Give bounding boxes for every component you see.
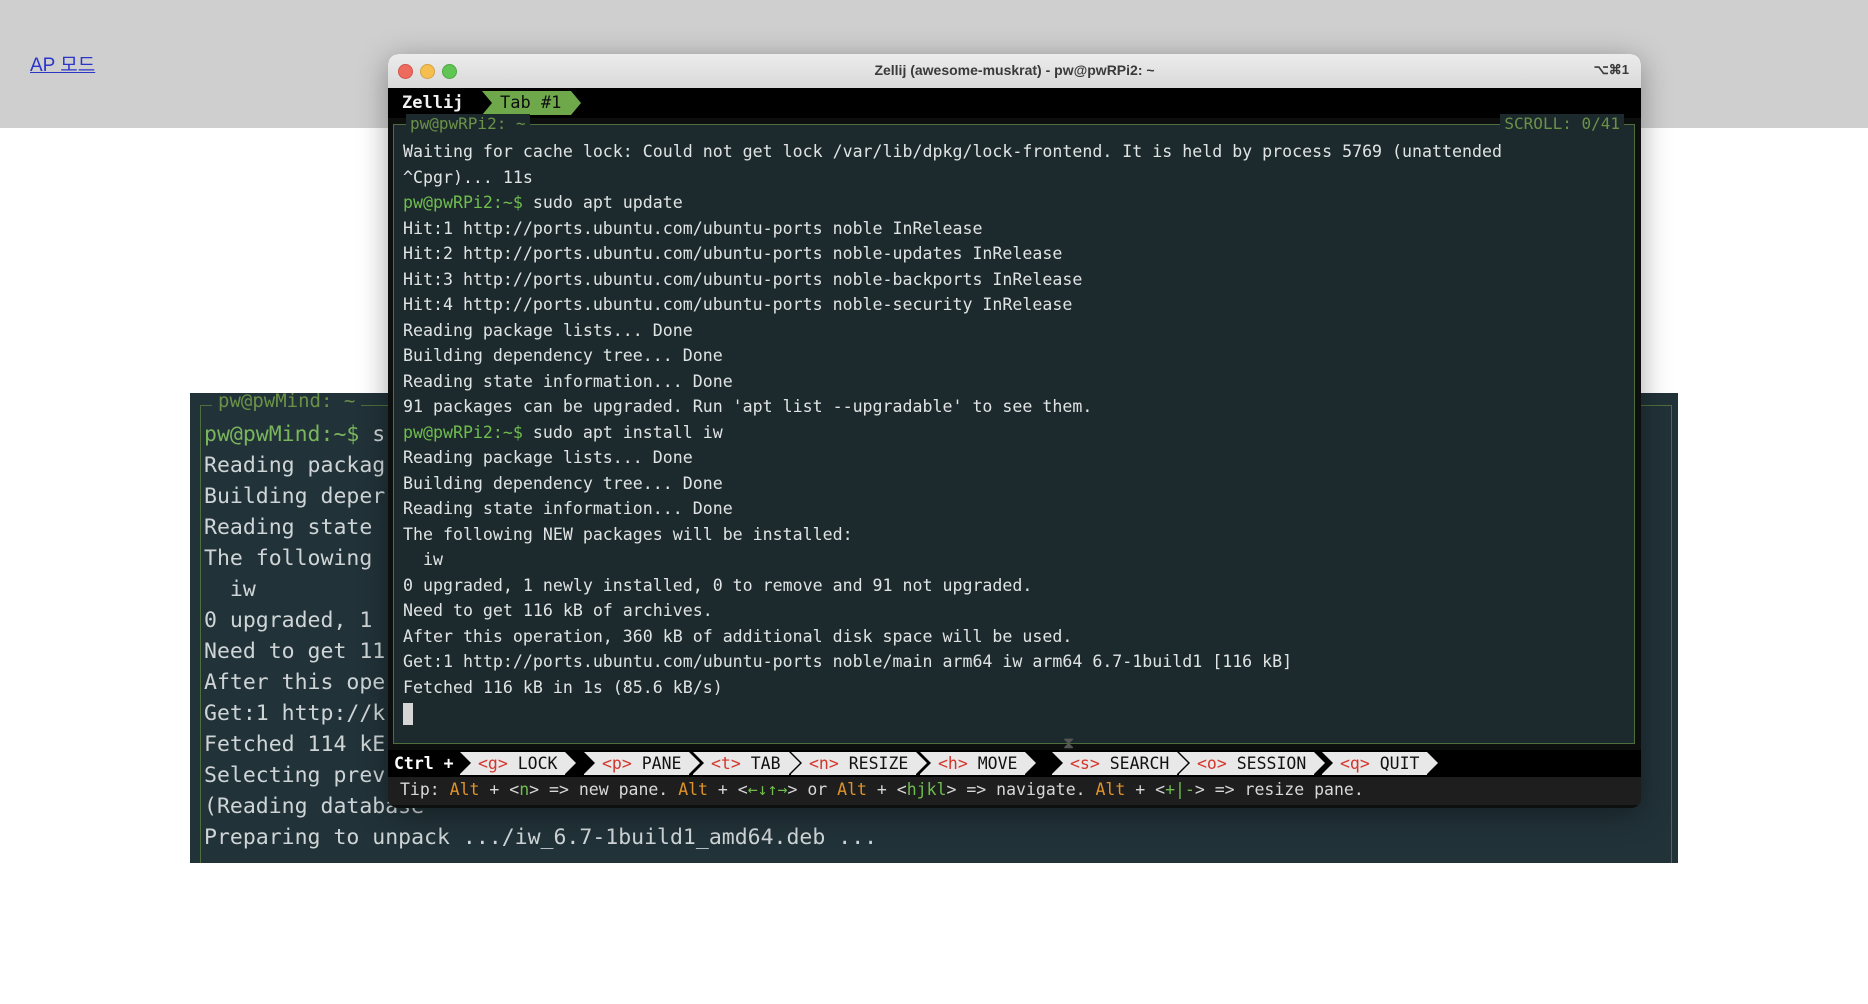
keybind-session[interactable]: <o> SESSION — [1179, 752, 1326, 775]
terminal-line: Hit:2 http://ports.ubuntu.com/ubuntu-por… — [403, 244, 1063, 263]
background-terminal-line: Preparing to unpack .../iw_6.7-1build1_a… — [204, 825, 878, 850]
ap-mode-link[interactable]: AP 모드 — [30, 50, 95, 77]
terminal-line: Reading package lists... Done — [403, 320, 693, 340]
pane-title: pw@pwRPi2: ~ — [406, 114, 530, 133]
background-pane-title: pw@pwMind: ~ — [212, 393, 362, 412]
terminal-line: Get:1 http://ports.ubuntu.com/ubuntu-por… — [403, 652, 1293, 671]
terminal-line: pw@pwRPi2:~$ sudo apt install iw — [403, 422, 723, 442]
window-title: Zellij (awesome-muskrat) - pw@pwRPi2: ~ — [874, 62, 1155, 78]
shell-prompt: pw@pwRPi2:~$ — [403, 422, 523, 442]
terminal-line: Need to get 116 kB of archives. — [403, 601, 713, 620]
zellij-status-bar: Ctrl + <g> LOCK <p> PANE <t> TAB <n> RESIZE… — [388, 750, 1641, 777]
terminal-line: Fetched 116 kB in 1s (85.6 kB/s) — [403, 677, 723, 697]
keybind-resize[interactable]: <n> RESIZE — [791, 752, 928, 775]
tip-bar: Tip: Alt + <n> => new pane. Alt + <←↓↑→>… — [388, 777, 1641, 805]
tab-1[interactable]: Tab #1 — [482, 91, 582, 115]
window-shortcut: ⌥⌘1 — [1593, 62, 1629, 77]
terminal-line: pw@pwRPi2:~$ sudo apt update — [403, 193, 683, 212]
shell-prompt: pw@pwRPi2:~$ — [403, 193, 523, 212]
terminal-line: Waiting for cache lock: Could not get lo… — [403, 142, 1502, 161]
terminal-line: ^Cpgr)... 11s — [403, 167, 533, 187]
mouse-cursor-icon: ⧗ — [1063, 733, 1075, 752]
terminal-line: Reading package lists... Done — [403, 448, 693, 467]
terminal-line: iw — [403, 550, 443, 569]
terminal-line: The following NEW packages will be insta… — [403, 524, 853, 544]
zellij-tab-bar: Zellij Tab #1 — [388, 88, 1641, 118]
window-titlebar[interactable]: Zellij (awesome-muskrat) - pw@pwRPi2: ~ … — [388, 54, 1641, 89]
keybind-lock[interactable]: <g> LOCK — [460, 752, 578, 775]
terminal-output: Waiting for cache lock: Could not get lo… — [403, 139, 1629, 726]
keybind-pane[interactable]: <p> PANE — [584, 752, 702, 775]
text-cursor — [403, 702, 413, 725]
keybind-search[interactable]: <s> SEARCH — [1052, 752, 1189, 775]
terminal-line: Hit:4 http://ports.ubuntu.com/ubuntu-por… — [403, 295, 1073, 314]
terminal-line: Building dependency tree... Done — [403, 473, 723, 493]
terminal-line: 91 packages can be upgraded. Run 'apt li… — [403, 397, 1093, 416]
keybind-tab[interactable]: <t> TAB — [693, 752, 800, 775]
scroll-indicator: SCROLL: 0/41 — [1500, 114, 1624, 133]
keybind-quit[interactable]: <q> QUIT — [1322, 752, 1440, 775]
zellij-window[interactable]: Zellij (awesome-muskrat) - pw@pwRPi2: ~ … — [388, 54, 1641, 808]
terminal-line: Hit:1 http://ports.ubuntu.com/ubuntu-por… — [403, 218, 983, 238]
terminal-line: 0 upgraded, 1 newly installed, 0 to remo… — [403, 575, 1033, 595]
tip-text: Tip: Alt + <n> => new pane. Alt + <←↓↑→>… — [400, 780, 1364, 799]
terminal-line: Reading state information... Done — [403, 499, 733, 518]
terminal-pane[interactable]: pw@pwRPi2: ~ SCROLL: 0/41 Waiting for ca… — [393, 114, 1635, 744]
ctrl-modifier-label: Ctrl + — [394, 754, 454, 773]
zellij-label: Zellij — [402, 93, 464, 113]
terminal-line: Hit:3 http://ports.ubuntu.com/ubuntu-por… — [403, 269, 1083, 289]
terminal-line: Building dependency tree... Done — [403, 346, 723, 365]
terminal-line: After this operation, 360 kB of addition… — [403, 626, 1073, 646]
keybind-move[interactable]: <h> MOVE — [920, 752, 1038, 775]
terminal-line: Reading state information... Done — [403, 371, 733, 391]
terminal-cursor-line — [403, 700, 1629, 726]
